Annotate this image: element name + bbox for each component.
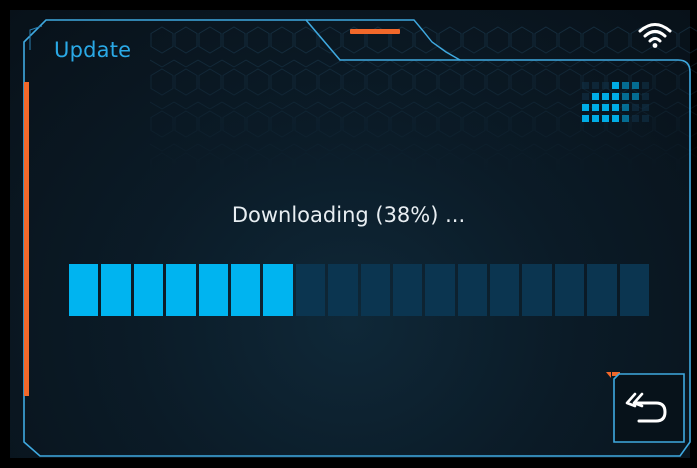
page-title: Update xyxy=(54,38,132,62)
dot-matrix-cell xyxy=(632,82,639,89)
dot-matrix-cell xyxy=(612,93,619,100)
progress-segment-empty xyxy=(392,264,423,316)
dot-matrix-cell xyxy=(582,82,589,89)
dot-matrix-cell xyxy=(592,104,599,111)
dot-matrix-cell xyxy=(642,115,649,122)
download-status-text: Downloading (38%) ... xyxy=(231,203,466,227)
dot-matrix-cell xyxy=(622,115,629,122)
back-button[interactable] xyxy=(611,373,685,443)
panel-background xyxy=(10,10,690,458)
dot-matrix-cell xyxy=(642,93,649,100)
progress-segment-empty xyxy=(522,264,552,316)
dot-matrix-cell xyxy=(642,82,649,89)
progress-segment-filled xyxy=(230,264,261,316)
dot-matrix-cell xyxy=(592,115,599,122)
progress-segment-empty xyxy=(619,264,650,316)
update-screen: Update Downloading (38%) ... xyxy=(0,0,697,468)
dot-matrix-cell xyxy=(632,93,639,100)
dot-matrix-cell xyxy=(622,93,629,100)
dot-matrix-cell xyxy=(602,82,609,89)
dot-matrix-decoration xyxy=(582,82,649,122)
dot-matrix-cell xyxy=(622,82,629,89)
dot-matrix-cell xyxy=(602,104,609,111)
dot-matrix-cell xyxy=(612,82,619,89)
download-progress-bar xyxy=(69,264,650,316)
dot-matrix-cell xyxy=(582,115,589,122)
dot-matrix-cell xyxy=(582,93,589,100)
progress-segment-filled xyxy=(263,264,293,316)
dot-matrix-cell xyxy=(632,104,639,111)
progress-segment-empty xyxy=(554,264,585,316)
progress-segment-empty xyxy=(328,264,358,316)
dot-matrix-cell xyxy=(592,93,599,100)
progress-segment-empty xyxy=(360,264,390,316)
dot-matrix-cell xyxy=(592,82,599,89)
dot-matrix-cell xyxy=(612,115,619,122)
progress-segment-empty xyxy=(457,264,488,316)
progress-segment-empty xyxy=(295,264,326,316)
progress-segment-filled xyxy=(198,264,228,316)
dot-matrix-cell xyxy=(602,93,609,100)
dot-matrix-cell xyxy=(602,115,609,122)
wifi-icon xyxy=(638,23,672,48)
progress-segment-filled xyxy=(166,264,196,316)
progress-segment-filled xyxy=(69,264,99,316)
progress-segment-empty xyxy=(587,264,617,316)
dot-matrix-cell xyxy=(612,104,619,111)
dot-matrix-cell xyxy=(642,104,649,111)
dot-matrix-cell xyxy=(622,104,629,111)
progress-segment-empty xyxy=(490,264,520,316)
progress-segment-empty xyxy=(425,264,455,316)
back-arrow-icon xyxy=(625,392,667,423)
dot-matrix-cell xyxy=(582,104,589,111)
dot-matrix-cell xyxy=(632,115,639,122)
progress-segment-filled xyxy=(101,264,131,316)
progress-segment-filled xyxy=(133,264,164,316)
